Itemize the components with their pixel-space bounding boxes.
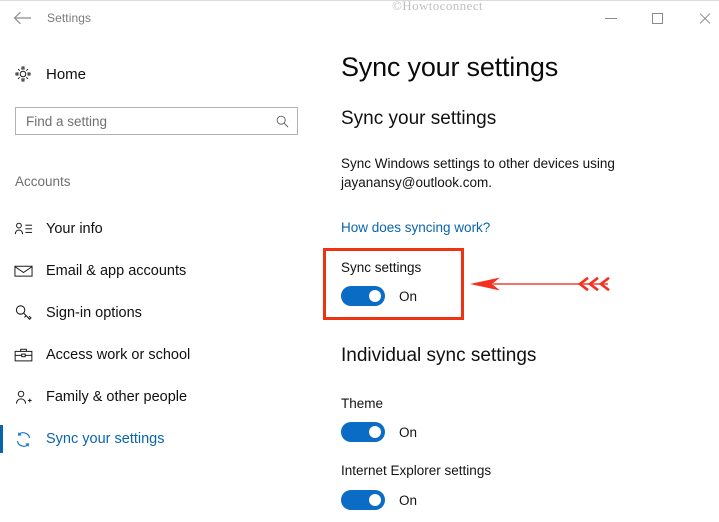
search-icon[interactable]	[267, 108, 297, 134]
close-button[interactable]	[682, 3, 719, 33]
back-button[interactable]	[10, 5, 36, 31]
sidebar: Home Accounts Your info	[0, 34, 330, 522]
close-icon	[698, 12, 711, 25]
sidebar-group-title: Accounts	[15, 174, 71, 189]
toggle-knob	[369, 494, 381, 506]
internet-explorer-settings-label: Internet Explorer settings	[341, 463, 492, 478]
app-title: Settings	[47, 11, 92, 25]
sync-settings-toggle[interactable]	[341, 286, 385, 306]
sidebar-item-label: Family & other people	[46, 389, 188, 405]
sync-settings-toggle-state: On	[399, 288, 418, 304]
sidebar-item-sync-your-settings[interactable]: Sync your settings	[0, 418, 330, 460]
minimize-button[interactable]	[588, 3, 633, 33]
theme-toggle-state: On	[399, 424, 418, 440]
theme-toggle-row: On	[341, 422, 417, 442]
sidebar-item-label: Email & app accounts	[46, 263, 187, 279]
main-content: Sync your settings Sync your settings Sy…	[323, 34, 719, 522]
sync-settings-toggle-row: On	[341, 286, 417, 306]
sidebar-item-label: Your info	[46, 221, 103, 237]
internet-explorer-toggle-row: On	[341, 490, 417, 510]
sidebar-nav-list: Your info Email & app accounts Sign-in o…	[0, 208, 330, 460]
sync-settings-label: Sync settings	[341, 260, 422, 275]
sidebar-item-label: Sync your settings	[46, 431, 165, 447]
sidebar-item-access-work-school[interactable]: Access work or school	[0, 334, 330, 376]
back-arrow-icon	[13, 11, 31, 25]
sync-refresh-icon	[0, 430, 46, 449]
sidebar-home-label: Home	[46, 65, 87, 83]
toggle-knob	[369, 290, 381, 302]
highlight-box-sync-settings	[323, 248, 464, 320]
key-icon	[0, 304, 46, 322]
sidebar-item-email-app-accounts[interactable]: Email & app accounts	[0, 250, 330, 292]
section-heading-individual-sync-settings: Individual sync settings	[341, 345, 537, 366]
internet-explorer-toggle[interactable]	[341, 490, 385, 510]
person-add-icon	[0, 389, 46, 406]
person-info-icon	[0, 221, 46, 237]
page-title: Sync your settings	[341, 52, 559, 82]
internet-explorer-toggle-state: On	[399, 492, 418, 508]
maximize-button[interactable]	[635, 3, 680, 33]
maximize-icon	[652, 12, 663, 24]
theme-toggle[interactable]	[341, 422, 385, 442]
sidebar-item-sign-in-options[interactable]: Sign-in options	[0, 292, 330, 334]
search-box[interactable]	[15, 107, 298, 135]
envelope-icon	[0, 264, 46, 278]
toggle-knob	[369, 426, 381, 438]
briefcase-icon	[0, 347, 46, 363]
sidebar-item-label: Sign-in options	[46, 305, 142, 321]
search-input[interactable]	[16, 108, 267, 134]
how-does-syncing-work-link[interactable]: How does syncing work?	[341, 220, 490, 235]
minimize-icon	[604, 17, 617, 19]
sync-description: Sync Windows settings to other devices u…	[341, 156, 615, 190]
theme-label: Theme	[341, 396, 384, 411]
watermark-text: ©Howtoconnect	[392, 0, 483, 13]
sidebar-item-home[interactable]: Home	[0, 57, 300, 91]
sidebar-item-your-info[interactable]: Your info	[0, 208, 330, 250]
section-heading-sync-your-settings: Sync your settings	[341, 108, 497, 129]
gear-icon	[0, 65, 46, 83]
sidebar-item-label: Access work or school	[46, 347, 191, 363]
sidebar-item-family-other-people[interactable]: Family & other people	[0, 376, 330, 418]
title-bar: Settings ©Howtoconnect	[0, 0, 719, 34]
